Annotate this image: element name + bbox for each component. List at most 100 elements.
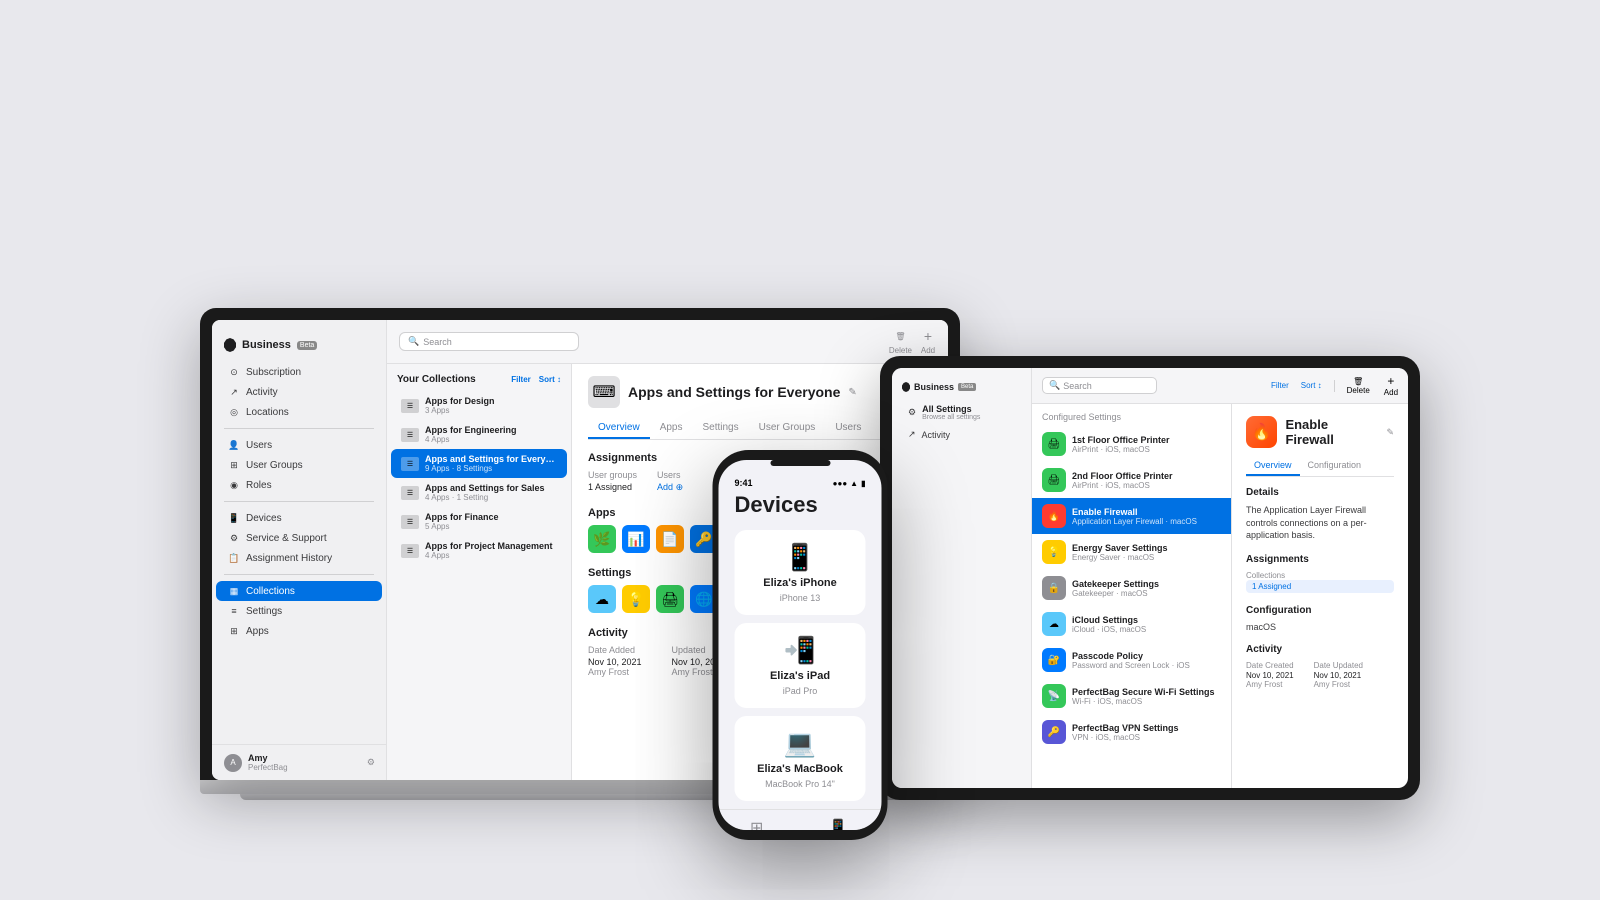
collection-meta: 4 Apps	[425, 435, 557, 444]
tablet-activity-created-person: Amy Frost	[1246, 680, 1294, 689]
tablet-list-item-energy-saver[interactable]: 💡 Energy Saver Settings Energy Saver · m…	[1032, 534, 1231, 570]
collection-item-finance[interactable]: ☰ Apps for Finance 5 Apps	[391, 507, 567, 536]
apple-logo-icon	[224, 338, 236, 352]
sidebar-section-users: 👤 Users ⊞ User Groups ◉ Roles	[212, 435, 386, 495]
tab-user-groups[interactable]: User Groups	[749, 418, 826, 439]
sidebar-item-locations[interactable]: ◎ Locations	[216, 402, 382, 422]
settings-icon: ≡	[228, 605, 240, 617]
tablet-add-button[interactable]: + Add	[1384, 374, 1398, 397]
user-settings-icon[interactable]: ⚙	[367, 757, 375, 768]
assignment-add-users[interactable]: Add ⊕	[657, 482, 683, 493]
tablet-list-item-printer-1[interactable]: 🖨 1st Floor Office Printer AirPrint · iO…	[1032, 426, 1231, 462]
trash-icon: 🗑	[892, 328, 908, 344]
tablet-activity-created: Date Created Nov 10, 2021 Amy Frost	[1246, 661, 1294, 689]
detail-app-icon: ⌨	[588, 376, 620, 408]
tablet-trash-icon: 🗑	[1347, 377, 1370, 386]
phone: 9:41 ●●● ▲ ▮ Devices 📱 Eliza's iPhone iP…	[713, 450, 888, 840]
sidebar-section-main: ⊙ Subscription ↗ Activity ◎ Locations	[212, 362, 386, 422]
tablet-list-item-wifi[interactable]: 📡 PerfectBag Secure Wi-Fi Settings Wi-Fi…	[1032, 678, 1231, 714]
tablet-sort-button[interactable]: Sort ↕	[1301, 381, 1322, 390]
sidebar-item-users[interactable]: 👤 Users	[216, 435, 382, 455]
tablet-content: Configured Settings 🖨 1st Floor Office P…	[1032, 404, 1408, 788]
users-icon: 👤	[228, 439, 240, 451]
collections-title: Your Collections	[397, 374, 476, 385]
phone-device-card-macbook[interactable]: 💻 Eliza's MacBook MacBook Pro 14"	[735, 716, 866, 801]
sidebar-item-service-support[interactable]: ⚙ Service & Support	[216, 528, 382, 548]
collection-item-design[interactable]: ☰ Apps for Design 3 Apps	[391, 391, 567, 420]
collection-icon: ☰	[401, 428, 419, 442]
sidebar-item-settings[interactable]: ≡ Settings	[216, 601, 382, 621]
tablet-sidebar-item-all-settings[interactable]: ⚙ All Settings Browse all settings	[896, 400, 1027, 425]
phone-device-card-iphone[interactable]: 📱 Eliza's iPhone iPhone 13	[735, 530, 866, 615]
assignment-label-users: Users	[657, 470, 683, 480]
add-users-plus-icon: ⊕	[676, 482, 684, 492]
tab-overview[interactable]: Overview	[588, 418, 650, 439]
tablet-activity-title: Activity	[1246, 644, 1394, 655]
sort-button[interactable]: Sort ↕	[539, 375, 561, 384]
app-icon-pages: 📄	[656, 525, 684, 553]
tablet-list-item-firewall[interactable]: 🔥 Enable Firewall Application Layer Fire…	[1032, 498, 1231, 534]
sidebar-item-apps[interactable]: ⊞ Apps	[216, 621, 382, 641]
assignment-value-user-groups: 1 Assigned	[588, 482, 637, 492]
tablet-outer: Business Beta ⚙ All Settings Browse all …	[880, 356, 1420, 800]
iphone-model: iPhone 13	[780, 593, 821, 603]
filter-button[interactable]: Filter	[511, 375, 531, 384]
devices-icon: 📱	[228, 512, 240, 524]
phone-time: 9:41	[735, 478, 753, 488]
tablet-assignments-title: Assignments	[1246, 554, 1394, 565]
iphone-name: Eliza's iPhone	[763, 577, 837, 589]
sidebar-item-devices[interactable]: 📱 Devices	[216, 508, 382, 528]
tablet-tab-overview[interactable]: Overview	[1246, 456, 1300, 476]
tablet-tab-configuration[interactable]: Configuration	[1300, 456, 1370, 476]
sidebar-item-roles[interactable]: ◉ Roles	[216, 475, 382, 495]
tablet-details-title: Details	[1246, 487, 1394, 498]
tablet-list-item-gatekeeper[interactable]: 🔒 Gatekeeper Settings Gatekeeper · macOS	[1032, 570, 1231, 606]
collection-item-engineering[interactable]: ☰ Apps for Engineering 4 Apps	[391, 420, 567, 449]
sidebar-section-collections: ▦ Collections ≡ Settings ⊞ Apps	[212, 581, 386, 641]
phone-signal-icon: ●●●	[833, 479, 848, 488]
tablet-delete-button[interactable]: 🗑 Delete	[1347, 377, 1370, 395]
edit-icon[interactable]: ✎	[848, 387, 856, 398]
tablet-activity-section: Activity Date Created Nov 10, 2021 Amy F…	[1246, 644, 1394, 689]
collection-item-sales[interactable]: ☰ Apps and Settings for Sales 4 Apps · 1…	[391, 478, 567, 507]
collection-item-everyone[interactable]: ☰ Apps and Settings for Everyone 9 Apps …	[391, 449, 567, 478]
sidebar-item-activity[interactable]: ↗ Activity	[216, 382, 382, 402]
tablet-list-item-vpn[interactable]: 🔑 PerfectBag VPN Settings VPN · iOS, mac…	[1032, 714, 1231, 750]
sidebar-item-collections[interactable]: ▦ Collections	[216, 581, 382, 601]
setting-icon-energy: 💡	[622, 585, 650, 613]
phone-device-card-ipad[interactable]: 📲 Eliza's iPad iPad Pro	[735, 623, 866, 708]
vpn-icon: 🔑	[1042, 720, 1066, 744]
app-icon-keynote: 📊	[622, 525, 650, 553]
add-button[interactable]: + Add	[920, 328, 936, 355]
collection-item-project-mgmt[interactable]: ☰ Apps for Project Management 4 Apps	[391, 536, 567, 565]
tab-settings[interactable]: Settings	[692, 418, 748, 439]
subscription-icon: ⊙	[228, 366, 240, 378]
sidebar-item-assignment-history[interactable]: 📋 Assignment History	[216, 548, 382, 568]
user-groups-icon: ⊞	[228, 459, 240, 471]
phone-tab-devices[interactable]: 📱 Devices	[824, 818, 852, 830]
user-company: PerfectBag	[248, 763, 361, 772]
sidebar-divider-3	[224, 574, 374, 575]
tab-apps[interactable]: Apps	[650, 418, 693, 439]
delete-button[interactable]: 🗑 Delete	[889, 328, 912, 355]
tablet-list-item-icloud[interactable]: ☁ iCloud Settings iCloud · iOS, macOS	[1032, 606, 1231, 642]
phone-tab-apps[interactable]: ⊞ Apps	[748, 818, 766, 830]
tablet-list-item-printer-2[interactable]: 🖨 2nd Floor Office Printer AirPrint · iO…	[1032, 462, 1231, 498]
assignment-group-user-groups: User groups 1 Assigned	[588, 470, 637, 493]
tab-users[interactable]: Users	[825, 418, 871, 439]
collection-name: Apps and Settings for Everyone	[425, 454, 557, 464]
tablet-filter-button[interactable]: Filter	[1271, 381, 1289, 390]
tli-info: iCloud Settings iCloud · iOS, macOS	[1072, 615, 1221, 634]
activity-date-added-value: Nov 10, 2021	[588, 657, 642, 667]
search-bar[interactable]: 🔍 Search	[399, 332, 579, 351]
assignment-history-icon: 📋	[228, 552, 240, 564]
sidebar-item-subscription[interactable]: ⊙ Subscription	[216, 362, 382, 382]
tablet-assignment-collections-label: Collections	[1246, 571, 1285, 580]
sidebar-item-user-groups[interactable]: ⊞ User Groups	[216, 455, 382, 475]
tli-info: 2nd Floor Office Printer AirPrint · iOS,…	[1072, 471, 1221, 490]
tablet-edit-icon[interactable]: ✎	[1386, 427, 1394, 438]
tablet-search-bar[interactable]: 🔍 Search	[1042, 377, 1157, 394]
ipad-name: Eliza's iPad	[770, 670, 830, 682]
tablet-list-item-passcode[interactable]: 🔐 Passcode Policy Password and Screen Lo…	[1032, 642, 1231, 678]
tablet-sidebar-item-activity[interactable]: ↗ Activity	[896, 425, 1027, 444]
